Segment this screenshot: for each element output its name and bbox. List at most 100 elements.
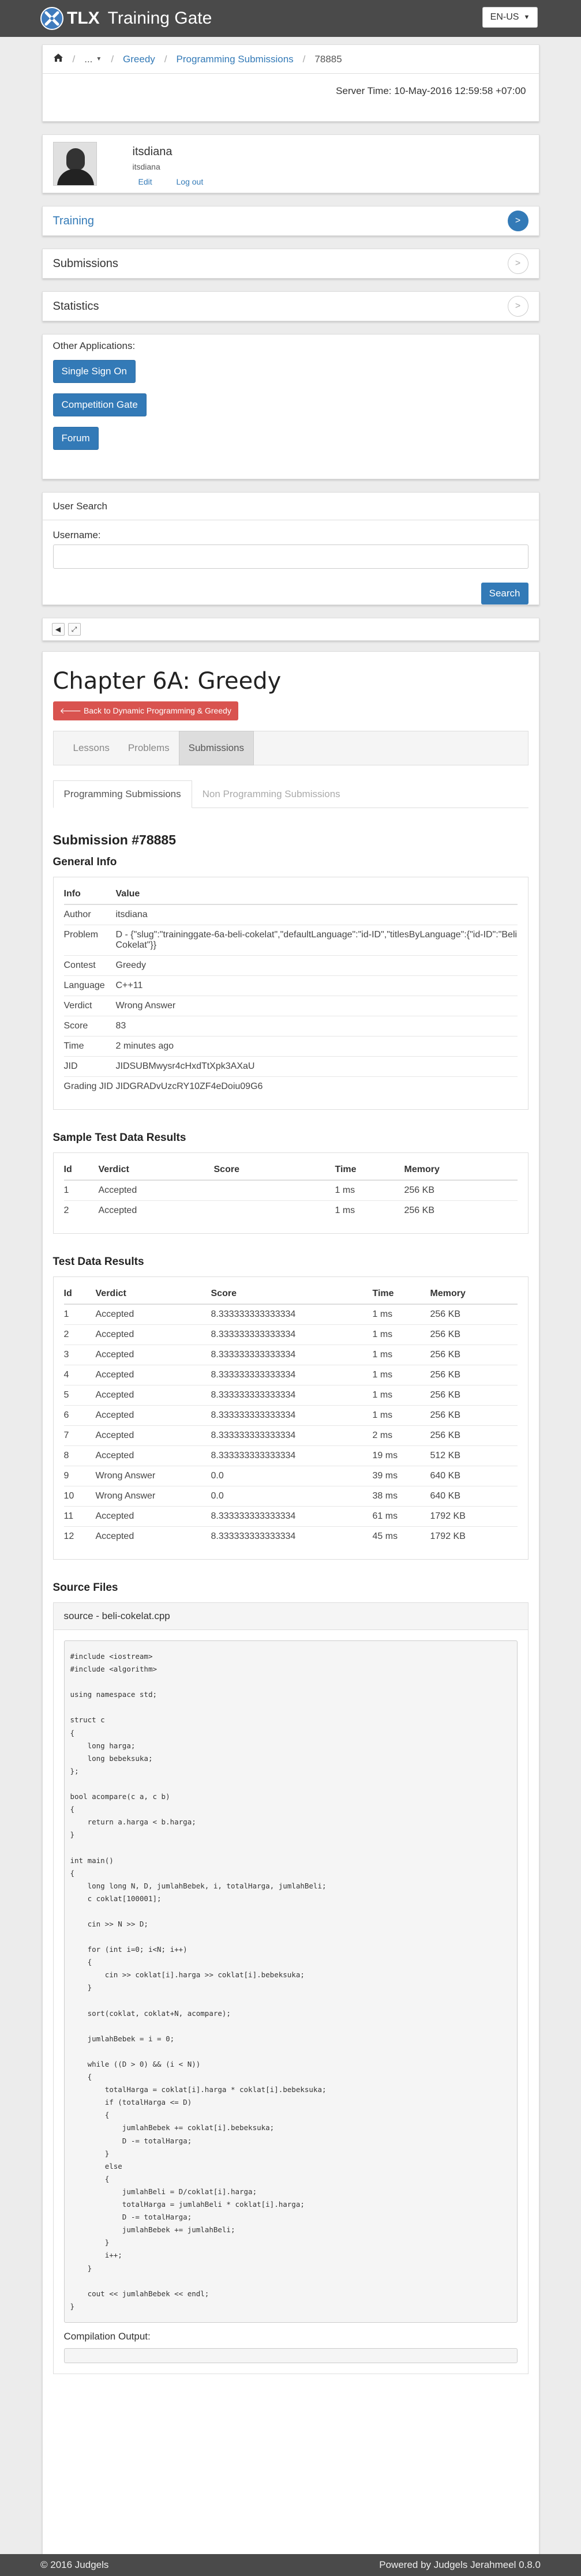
source-code: #include <iostream> #include <algorithm>… bbox=[63, 1640, 518, 2323]
logo-text: TLX bbox=[67, 9, 100, 28]
table-cell: Grading JID bbox=[63, 1076, 116, 1097]
menu-item-statistics[interactable]: Statistics > bbox=[42, 291, 539, 321]
menu-item-submissions[interactable]: Submissions > bbox=[42, 249, 539, 279]
table-cell: 9 bbox=[63, 1466, 96, 1486]
single-sign-on-button[interactable]: Single Sign On bbox=[53, 360, 136, 383]
subtab-programming-submissions[interactable]: Programming Submissions bbox=[53, 780, 192, 808]
table-cell: 8 bbox=[63, 1445, 96, 1466]
chevron-right-icon: > bbox=[507, 253, 528, 274]
page-title: Chapter 6A: Greedy bbox=[53, 668, 282, 694]
chevron-right-icon: > bbox=[507, 296, 528, 317]
table-row: 4 Accepted 8.333333333333334 1 ms 256 KB bbox=[63, 1365, 518, 1385]
table-cell: 1 ms bbox=[372, 1385, 430, 1406]
table-cell: 2 bbox=[63, 1324, 96, 1345]
table-cell: 61 ms bbox=[372, 1506, 430, 1527]
menu-item-training[interactable]: Training > bbox=[42, 206, 539, 236]
collapse-sidebar-icon[interactable]: ◀ bbox=[51, 623, 65, 636]
table-cell: 256 KB bbox=[430, 1405, 518, 1426]
table-cell: Accepted bbox=[95, 1526, 211, 1546]
table-cell: 512 KB bbox=[430, 1445, 518, 1466]
table-cell: Accepted bbox=[95, 1425, 211, 1446]
language-dropdown[interactable]: EN-US ▼ bbox=[482, 7, 538, 28]
table-cell: 1 ms bbox=[335, 1180, 404, 1201]
table-row: Contest Greedy bbox=[63, 955, 518, 976]
table-cell: Accepted bbox=[95, 1304, 211, 1325]
username-label: Username: bbox=[53, 530, 101, 540]
sample-results-box: Id Verdict Score Time Memory 1 Accepted 1 ms 25… bbox=[53, 1152, 528, 1234]
table-cell: 256 KB bbox=[430, 1365, 518, 1385]
table-cell: 8.333333333333334 bbox=[211, 1526, 373, 1546]
subtab-non-programming-submissions[interactable]: Non Programming Submissions bbox=[192, 780, 351, 808]
table-cell: 640 KB bbox=[430, 1486, 518, 1507]
search-button[interactable]: Search bbox=[481, 583, 528, 604]
table-cell: 8.333333333333334 bbox=[211, 1405, 373, 1426]
table-row: 10 Wrong Answer 0.0 38 ms 640 KB bbox=[63, 1486, 518, 1507]
table-row: 12 Accepted 8.333333333333334 45 ms 1792 KB bbox=[63, 1526, 518, 1546]
table-cell: Contest bbox=[63, 955, 116, 976]
sample-results-table: Id Verdict Score Time Memory 1 Accepted 1 ms 25… bbox=[63, 1160, 518, 1221]
profile-panel: itsdiana itsdiana Edit Log out bbox=[42, 134, 539, 193]
home-icon[interactable] bbox=[53, 53, 63, 65]
tab-problems[interactable]: Problems bbox=[119, 731, 179, 765]
table-header: Id bbox=[63, 1284, 96, 1305]
table-cell: 1 ms bbox=[372, 1324, 430, 1345]
table-header: Time bbox=[372, 1284, 430, 1305]
breadcrumb-collapsed-menu[interactable]: ... ▼ bbox=[84, 54, 102, 65]
breadcrumb-item-greedy[interactable]: Greedy bbox=[123, 54, 155, 65]
table-row: 6 Accepted 8.333333333333334 1 ms 256 KB bbox=[63, 1405, 518, 1426]
table-cell: 0.0 bbox=[211, 1466, 373, 1486]
table-cell: 8.333333333333334 bbox=[211, 1304, 373, 1325]
back-button[interactable]: 🡐 Back to Dynamic Programming & Greedy bbox=[53, 701, 238, 720]
fullscreen-icon[interactable]: ⤢ bbox=[68, 623, 81, 636]
table-cell: Accepted bbox=[95, 1365, 211, 1385]
menu-label: Statistics bbox=[53, 299, 99, 313]
avatar bbox=[53, 142, 97, 186]
menu-label: Submissions bbox=[53, 257, 118, 270]
table-cell: 256 KB bbox=[404, 1180, 518, 1201]
table-cell: Accepted bbox=[95, 1385, 211, 1406]
arrow-left-icon: 🡐 bbox=[59, 706, 82, 715]
table-cell: Problem bbox=[63, 925, 116, 956]
source-file-header: source - beli-cokelat.cpp bbox=[53, 1602, 528, 1630]
breadcrumb-dots: ... bbox=[84, 53, 93, 65]
profile-name: itsdiana bbox=[132, 145, 173, 158]
forum-button[interactable]: Forum bbox=[53, 427, 99, 450]
table-cell: 256 KB bbox=[430, 1324, 518, 1345]
table-header: Id bbox=[63, 1160, 99, 1181]
table-cell bbox=[213, 1200, 335, 1221]
username-input[interactable] bbox=[53, 545, 528, 569]
table-cell: Accepted bbox=[98, 1200, 214, 1221]
sample-results-title: Sample Test Data Results bbox=[53, 1132, 186, 1144]
submission-subtabs: Programming Submissions Non Programming … bbox=[53, 780, 528, 808]
table-cell: 3 bbox=[63, 1345, 96, 1365]
table-cell: 10 bbox=[63, 1486, 96, 1507]
table-cell: 7 bbox=[63, 1425, 96, 1446]
table-cell: 0.0 bbox=[211, 1486, 373, 1507]
edit-profile-link[interactable]: Edit bbox=[138, 177, 152, 186]
app-title[interactable]: Training Gate bbox=[108, 9, 212, 28]
table-cell: 256 KB bbox=[430, 1425, 518, 1446]
table-cell: 8.333333333333334 bbox=[211, 1425, 373, 1446]
logo[interactable]: TLX bbox=[40, 7, 100, 30]
table-row: Verdict Wrong Answer bbox=[63, 996, 518, 1016]
table-cell: Accepted bbox=[95, 1324, 211, 1345]
table-cell: 256 KB bbox=[430, 1345, 518, 1365]
table-cell bbox=[213, 1180, 335, 1201]
table-row: Score 83 bbox=[63, 1016, 518, 1037]
user-search-panel: User Search Username: Search bbox=[42, 492, 539, 605]
breadcrumb-separator: / bbox=[164, 53, 167, 65]
table-cell: 1 ms bbox=[372, 1345, 430, 1365]
table-row: 1 Accepted 8.333333333333334 1 ms 256 KB bbox=[63, 1304, 518, 1325]
tab-submissions[interactable]: Submissions bbox=[178, 731, 254, 765]
table-cell: Language bbox=[63, 975, 116, 996]
table-cell: Accepted bbox=[95, 1506, 211, 1527]
table-cell: 8.333333333333334 bbox=[211, 1365, 373, 1385]
logout-link[interactable]: Log out bbox=[177, 177, 204, 186]
table-cell: 1 ms bbox=[335, 1200, 404, 1221]
table-header: Score bbox=[211, 1284, 373, 1305]
competition-gate-button[interactable]: Competition Gate bbox=[53, 393, 147, 416]
table-row: 9 Wrong Answer 0.0 39 ms 640 KB bbox=[63, 1466, 518, 1486]
breadcrumb-item-programming-submissions[interactable]: Programming Submissions bbox=[177, 54, 294, 65]
tab-lessons[interactable]: Lessons bbox=[64, 731, 119, 765]
general-info-table: Info Value Author itsdiana Problem D - {"slu… bbox=[63, 884, 518, 1097]
